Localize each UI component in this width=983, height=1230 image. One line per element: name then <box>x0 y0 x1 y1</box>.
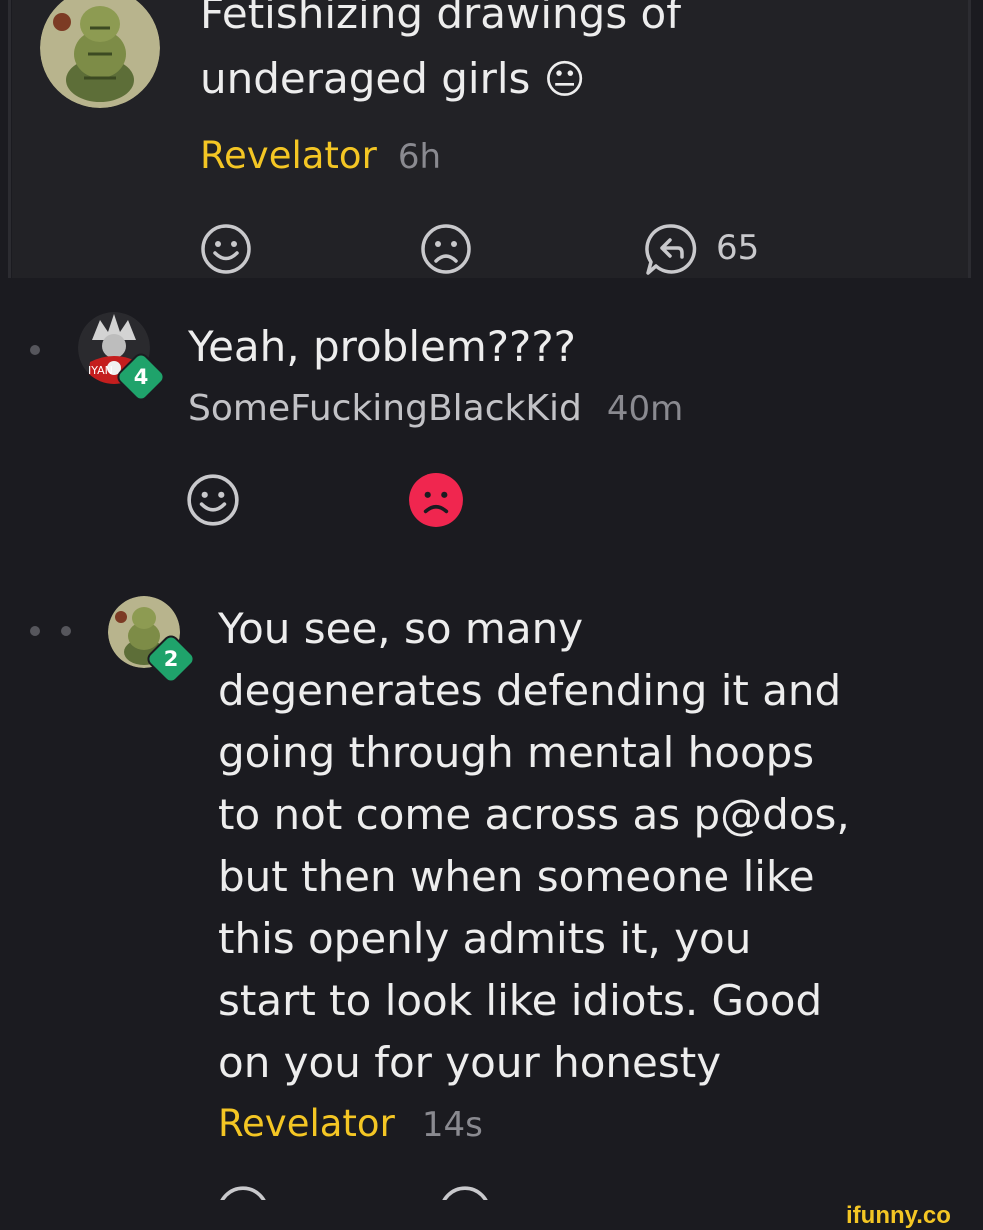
timestamp: 40m <box>606 389 684 429</box>
thread-line-right <box>968 0 971 278</box>
post-text-line: underaged girls 😐 <box>200 51 585 108</box>
timestamp: 14s <box>421 1105 483 1145</box>
username[interactable]: Revelator <box>200 134 377 177</box>
comment-text-line: but then when someone like <box>218 852 815 901</box>
comment-text-line: to not come across as p@dos, <box>218 790 850 839</box>
comment-text: Yeah, problem???? <box>188 322 576 371</box>
smile-icon[interactable] <box>185 472 241 528</box>
post-text-line: Fetishizing drawings of <box>200 0 682 38</box>
comment-text-line: going through mental hoops <box>218 728 815 777</box>
neutral-face-emoji: 😐 <box>543 57 586 103</box>
post-meta: Revelator 6h <box>200 133 441 186</box>
post-text: underaged girls <box>200 54 531 103</box>
comment-text: You see, so many degenerates defending i… <box>218 598 850 1094</box>
frown-icon[interactable] <box>419 222 473 276</box>
watermark: ifunny.co <box>846 1202 951 1229</box>
thread-depth-dot <box>30 345 40 355</box>
comment-text-line: start to look like idiots. Good <box>218 976 823 1025</box>
thread-depth-dot <box>61 626 71 636</box>
timestamp: 6h <box>397 137 442 177</box>
smile-icon[interactable] <box>199 222 253 276</box>
username[interactable]: SomeFuckingBlackKid <box>188 388 582 429</box>
comment-text-line: this openly admits it, you <box>218 914 752 963</box>
comment-meta: Revelator 14s <box>218 1101 483 1154</box>
username[interactable]: Revelator <box>218 1102 395 1145</box>
comment-text-line: degenerates defending it and <box>218 666 842 715</box>
thread-line-left <box>8 0 11 278</box>
thread-depth-dot <box>30 626 40 636</box>
comment-text-line: You see, so many <box>218 604 584 653</box>
reply-icon[interactable] <box>642 220 700 278</box>
avatar-label: IYAN <box>88 364 113 377</box>
frown-icon-active[interactable] <box>408 472 464 528</box>
reply-count: 65 <box>716 228 760 268</box>
comment-meta: SomeFuckingBlackKid 40m <box>188 386 683 438</box>
watermark-bar <box>0 1200 983 1228</box>
comment-text-line: on you for your honesty <box>218 1038 722 1087</box>
